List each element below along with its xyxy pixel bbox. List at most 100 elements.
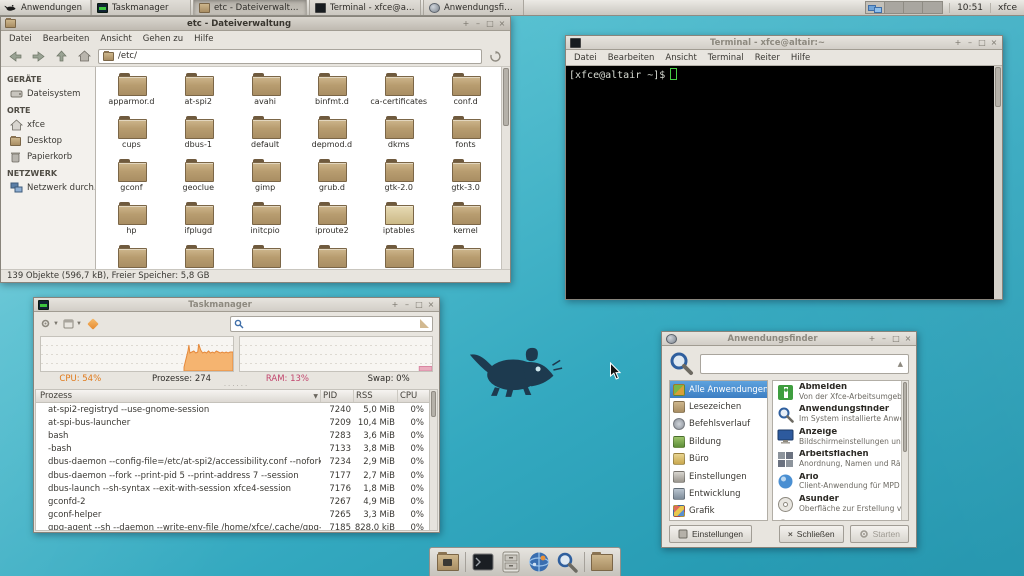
folder-item[interactable]: ifplugd	[165, 201, 232, 244]
workspace-2[interactable]	[885, 2, 904, 13]
folder-item[interactable]	[299, 244, 366, 269]
sidebar-item-trash[interactable]: Papierkorb	[1, 149, 95, 165]
maximize-button[interactable]: □	[892, 335, 900, 343]
terminal-output[interactable]: [xfce@altair ~]$	[566, 66, 994, 299]
terminal-titlebar[interactable]: Terminal - xfce@altair:~ + – □ ×	[566, 36, 1002, 50]
app-item-asunder[interactable]: AsunderOberfläche zur Erstellung von A..…	[773, 493, 908, 515]
workspace-3[interactable]	[904, 2, 923, 13]
category-item-bildung[interactable]: Bildung	[670, 433, 767, 450]
menu-datei[interactable]: Datei	[574, 53, 597, 63]
folder-item[interactable]: hp	[98, 201, 165, 244]
back-button[interactable]	[6, 48, 25, 65]
folder-item[interactable]: iproute2	[299, 201, 366, 244]
menu-ansicht[interactable]: Ansicht	[100, 34, 131, 44]
app-item-abmelden[interactable]: AbmeldenVon der Xfce-Arbeitsumgebung ...	[773, 381, 908, 403]
sidebar-item-home[interactable]: xfce	[1, 117, 95, 133]
taskbar-item-taskmanager[interactable]: Taskmanager	[91, 0, 191, 15]
column-header-pid[interactable]: PID	[321, 390, 354, 402]
shade-button[interactable]: +	[868, 335, 876, 343]
folder-item[interactable]: cups	[98, 115, 165, 158]
category-item-einstellungen[interactable]: Einstellungen	[670, 468, 767, 485]
scrollbar[interactable]	[994, 66, 1002, 299]
scrollbar-thumb[interactable]	[431, 391, 436, 417]
app-item-anzeige[interactable]: AnzeigeBildschirmeinstellungen und An...	[773, 426, 908, 448]
folder-item[interactable]: gconf	[98, 158, 165, 201]
dock-directory-launcher[interactable]	[436, 550, 460, 574]
file-manager-titlebar[interactable]: etc - Dateiverwaltung + – □ ×	[1, 17, 510, 31]
up-button[interactable]	[52, 48, 71, 65]
sidebar-item-network[interactable]: Netzwerk durch...	[1, 180, 95, 196]
close-button[interactable]: ×	[498, 20, 506, 28]
shade-button[interactable]: +	[954, 39, 962, 47]
close-button[interactable]: × Schließen	[779, 525, 844, 543]
app-search-input[interactable]: ▲	[700, 354, 909, 374]
sidebar-item-desktop[interactable]: Desktop	[1, 133, 95, 149]
process-row[interactable]: dbus-launch --sh-syntax --exit-with-sess…	[36, 482, 429, 495]
menu-bearbeiten[interactable]: Bearbeiten	[608, 53, 655, 63]
folder-item[interactable]: apparmor.d	[98, 72, 165, 115]
menu-reiter[interactable]: Reiter	[755, 53, 780, 63]
minimize-button[interactable]: –	[966, 39, 974, 47]
maximize-button[interactable]: □	[415, 301, 423, 309]
process-row[interactable]: at-spi-bus-launcher720910,4 MiB0%	[36, 416, 429, 429]
folder-item[interactable]: geoclue	[165, 158, 232, 201]
folder-item[interactable]: avahi	[232, 72, 299, 115]
process-row[interactable]: gpg-agent --sh --daemon --write-env-file…	[36, 522, 429, 530]
category-item-buero[interactable]: Büro	[670, 451, 767, 468]
identify-process-icon[interactable]	[87, 318, 98, 329]
menu-bearbeiten[interactable]: Bearbeiten	[43, 34, 90, 44]
process-row[interactable]: at-spi2-registryd --use-gnome-session724…	[36, 403, 429, 416]
folder-item[interactable]	[232, 244, 299, 269]
workspace-4[interactable]	[923, 2, 942, 13]
maximize-button[interactable]: □	[978, 39, 986, 47]
home-button[interactable]	[75, 48, 94, 65]
forward-button[interactable]	[29, 48, 48, 65]
scrollbar[interactable]	[901, 381, 908, 520]
folder-item[interactable]: gimp	[232, 158, 299, 201]
dock-terminal-launcher[interactable]	[471, 550, 495, 574]
folder-item[interactable]	[98, 244, 165, 269]
taskbar-item-appfinder[interactable]: Anwendungsfinder	[423, 0, 524, 15]
scrollbar-thumb[interactable]	[903, 382, 907, 452]
process-row[interactable]: gconf-helper72653,3 MiB0%	[36, 509, 429, 522]
category-item-entwicklung[interactable]: Entwicklung	[670, 485, 767, 502]
close-button[interactable]: ×	[904, 335, 912, 343]
dock-filemanager-launcher[interactable]	[499, 550, 523, 574]
clear-brush-icon[interactable]	[420, 319, 429, 328]
folder-item[interactable]: conf.d	[432, 72, 499, 115]
app-item-ario[interactable]: ArioClient-Anwendung für MPD	[773, 471, 908, 493]
folder-item[interactable]: binfmt.d	[299, 72, 366, 115]
app-item-arbeitsflaechen[interactable]: ArbeitsflächenAnordnung, Namen und Rände…	[773, 448, 908, 470]
launch-button[interactable]: Starten	[850, 525, 909, 543]
folder-item[interactable]: default	[232, 115, 299, 158]
folder-item[interactable]: kernel	[432, 201, 499, 244]
process-row[interactable]: dbus-daemon --fork --print-pid 5 --print…	[36, 469, 429, 482]
workspace-1[interactable]	[866, 2, 885, 13]
workspace-pager[interactable]	[865, 1, 943, 14]
preferences-button[interactable]: Einstellungen	[669, 525, 752, 543]
menu-datei[interactable]: Datei	[9, 34, 32, 44]
category-item-befehlsverlauf[interactable]: Befehlsverlauf	[670, 416, 767, 433]
minimize-button[interactable]: –	[474, 20, 482, 28]
category-item-grafik[interactable]: Grafik	[670, 503, 767, 520]
folder-item[interactable]: gtk-2.0	[365, 158, 432, 201]
menu-terminal[interactable]: Terminal	[708, 53, 744, 63]
reload-icon[interactable]	[486, 48, 505, 65]
process-row[interactable]: gconfd-272674,9 MiB0%	[36, 495, 429, 508]
sidebar-item-filesystem[interactable]: Dateisystem	[1, 86, 95, 102]
folder-item[interactable]	[432, 244, 499, 269]
minimize-button[interactable]: –	[880, 335, 888, 343]
dock-folder-launcher[interactable]	[590, 550, 614, 574]
folder-item[interactable]: initcpio	[232, 201, 299, 244]
close-button[interactable]: ×	[427, 301, 435, 309]
filter-menu-button[interactable]: ▼	[40, 318, 59, 329]
address-bar[interactable]: /etc/	[98, 49, 482, 64]
dock-browser-launcher[interactable]	[527, 550, 551, 574]
folder-item[interactable]: at-spi2	[165, 72, 232, 115]
scrollbar[interactable]	[429, 390, 437, 530]
process-row[interactable]: dbus-daemon --config-file=/etc/at-spi2/a…	[36, 456, 429, 469]
shade-button[interactable]: +	[462, 20, 470, 28]
folder-item[interactable]	[365, 244, 432, 269]
menu-ansicht[interactable]: Ansicht	[665, 53, 696, 63]
taskbar-item-terminal[interactable]: Terminal - xfce@altair:~	[309, 0, 421, 15]
